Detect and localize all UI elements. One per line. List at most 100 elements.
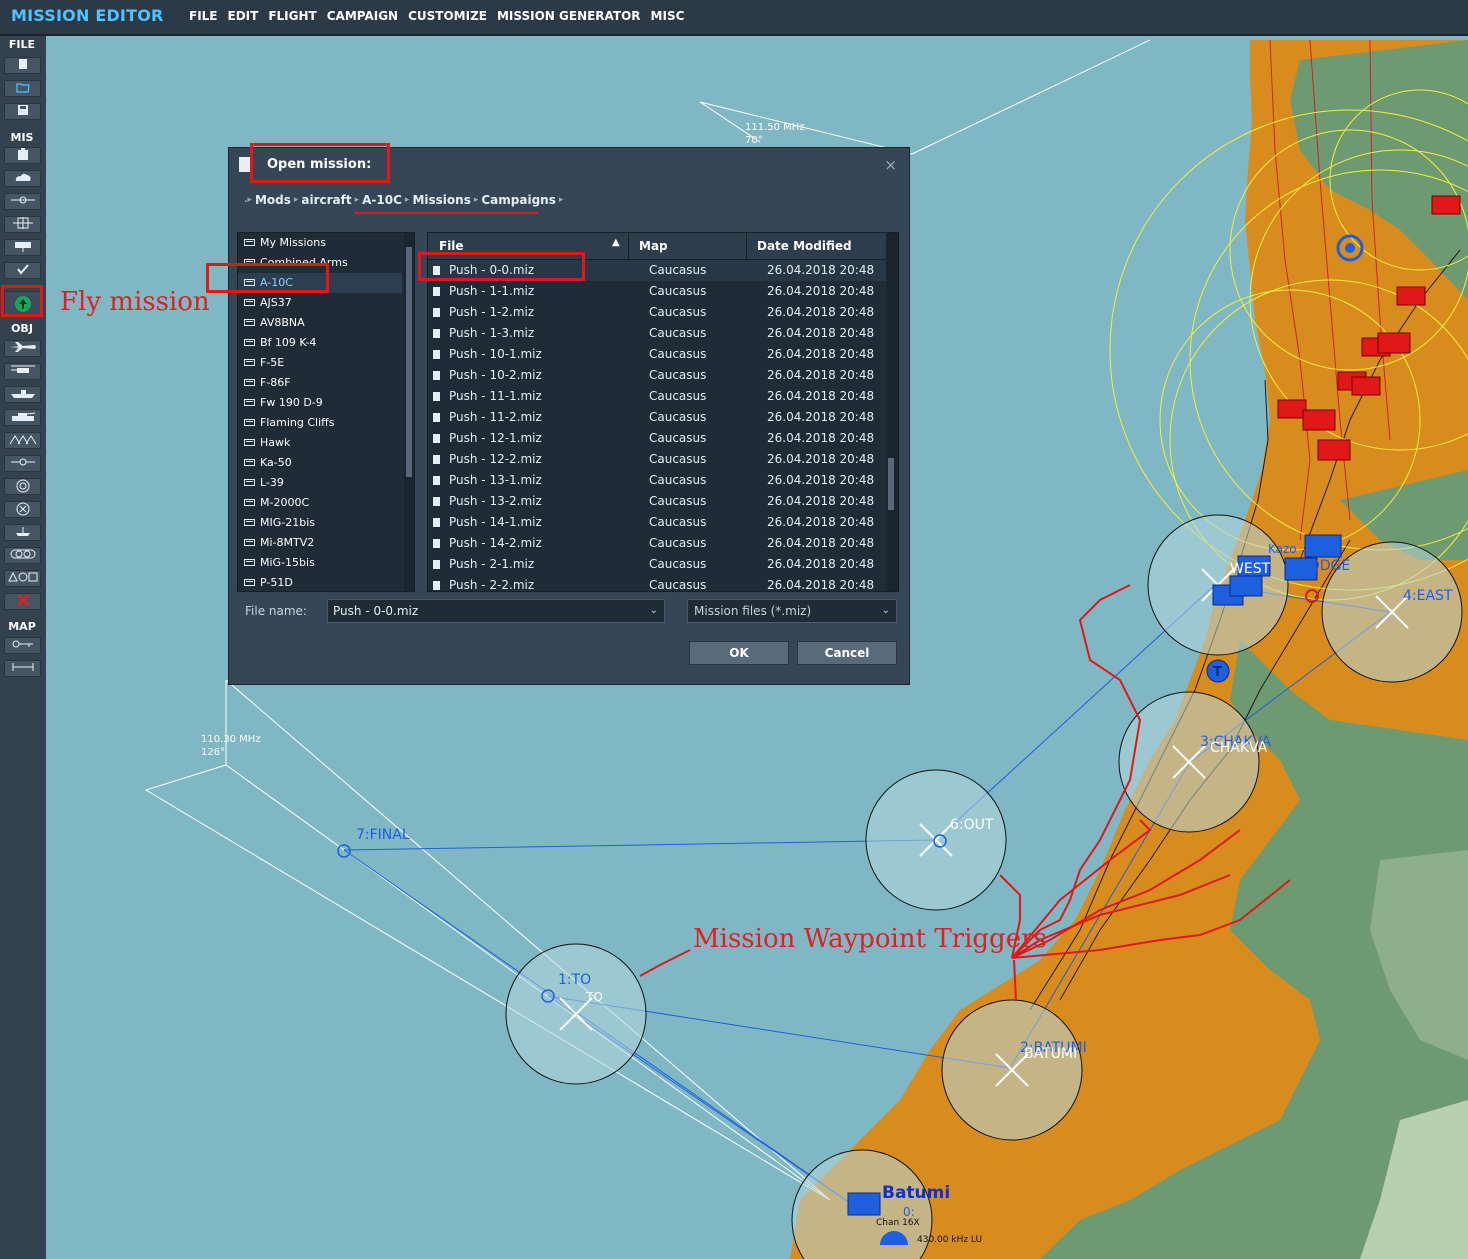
filetype-select[interactable]: Mission files (*.miz) ⌄ — [687, 599, 897, 623]
add-plane-button[interactable] — [4, 340, 41, 357]
waypoint-label-to-overlay: TO — [586, 990, 603, 1004]
menu-edit[interactable]: EDIT — [228, 9, 259, 23]
new-file-button[interactable] — [4, 57, 41, 74]
add-airfield-button[interactable] — [4, 524, 41, 541]
folder-item[interactable]: Mi-8MTV2 — [238, 533, 402, 553]
breadcrumb-item[interactable]: A-10C — [362, 193, 402, 207]
column-header-date[interactable]: Date Modified — [757, 239, 852, 253]
add-target-zone-button[interactable] — [4, 478, 41, 495]
table-row[interactable]: Push - 10-1.miz Caucasus 26.04.2018 20:48 — [428, 344, 886, 365]
folder-item[interactable]: Hawk — [238, 433, 402, 453]
breadcrumb-item[interactable]: aircraft — [301, 193, 351, 207]
table-row[interactable]: Push - 1-2.miz Caucasus 26.04.2018 20:48 — [428, 302, 886, 323]
folder-item[interactable]: F-86F — [238, 373, 402, 393]
add-static-object-button[interactable] — [4, 432, 41, 449]
triggers-zone-button[interactable] — [4, 216, 41, 233]
menu-mission-generator[interactable]: MISSION GENERATOR — [497, 9, 641, 23]
folder-item[interactable]: M-2000C — [238, 493, 402, 513]
file-icon — [433, 413, 440, 422]
table-row[interactable]: Push - 1-3.miz Caucasus 26.04.2018 20:48 — [428, 323, 886, 344]
column-header-file[interactable]: File — [439, 239, 464, 253]
triggers-button[interactable] — [4, 239, 41, 256]
table-row[interactable]: Push - 2-1.miz Caucasus 26.04.2018 20:48 — [428, 554, 886, 575]
folder-item[interactable]: Ka-50 — [238, 453, 402, 473]
table-row[interactable]: Push - 11-1.miz Caucasus 26.04.2018 20:48 — [428, 386, 886, 407]
breadcrumb-item[interactable]: Missions — [412, 193, 470, 207]
column-header-map[interactable]: Map — [639, 239, 668, 253]
file-table[interactable]: File ▲ Map Date Modified Push - 0-0.miz C… — [427, 232, 899, 592]
top-menu-bar: MISSION EDITOR FILE EDIT FLIGHT CAMPAIGN… — [0, 0, 1468, 36]
scrollbar-thumb[interactable] — [888, 458, 894, 510]
add-ground-vehicle-button[interactable] — [4, 409, 41, 426]
table-row[interactable]: Push - 14-2.miz Caucasus 26.04.2018 20:48 — [428, 533, 886, 554]
save-file-button[interactable] — [4, 103, 41, 120]
delete-object-button[interactable] — [4, 593, 41, 610]
add-group-button[interactable] — [4, 547, 41, 564]
drive-icon — [244, 579, 255, 586]
folder-item[interactable]: F-5E — [238, 353, 402, 373]
map-options-button[interactable] — [4, 637, 41, 654]
column-divider[interactable] — [746, 233, 747, 259]
table-row[interactable]: Push - 2-2.miz Caucasus 26.04.2018 20:48 — [428, 575, 886, 591]
waypoint-label-to: 1:TO — [558, 972, 592, 988]
folder-item[interactable]: Flaming Cliffs — [238, 413, 402, 433]
breadcrumb-item[interactable]: Campaigns — [481, 193, 555, 207]
fly-mission-button[interactable] — [4, 291, 41, 317]
breadcrumb-root-icon[interactable]: .▸ — [244, 195, 252, 205]
table-row[interactable]: Push - 13-1.miz Caucasus 26.04.2018 20:48 — [428, 470, 886, 491]
scrollbar-thumb[interactable] — [406, 247, 412, 477]
menu-misc[interactable]: MISC — [651, 9, 685, 23]
circle-x-icon — [16, 502, 29, 516]
add-helicopter-button[interactable] — [4, 363, 41, 380]
folder-item[interactable]: MIG-21bis — [238, 513, 402, 533]
add-waypoint-button[interactable] — [4, 455, 41, 472]
chevron-down-icon[interactable]: ⌄ — [882, 600, 890, 622]
table-row[interactable]: Push - 13-2.miz Caucasus 26.04.2018 20:48 — [428, 491, 886, 512]
folder-item[interactable]: AV8BNA — [238, 313, 402, 333]
close-icon[interactable]: × — [884, 156, 897, 174]
folder-item[interactable]: P-51D — [238, 573, 402, 591]
table-row[interactable]: Push - 1-1.miz Caucasus 26.04.2018 20:48 — [428, 281, 886, 302]
table-row[interactable]: Push - 11-2.miz Caucasus 26.04.2018 20:48 — [428, 407, 886, 428]
ruler-button[interactable] — [4, 660, 41, 677]
folder-item[interactable]: AJS37 — [238, 293, 402, 313]
folder-item[interactable]: L-39 — [238, 473, 402, 493]
file-icon — [433, 476, 440, 485]
breadcrumb-item[interactable]: Mods — [255, 193, 291, 207]
folder-item[interactable]: My Missions — [238, 233, 402, 253]
menu-campaign[interactable]: CAMPAIGN — [327, 9, 398, 23]
folder-item[interactable]: MiG-15bis — [238, 553, 402, 573]
target-icon — [16, 479, 29, 493]
folder-item-selected[interactable]: A-10C — [238, 273, 402, 293]
weather-button[interactable] — [4, 170, 41, 187]
column-divider[interactable] — [628, 233, 629, 259]
cancel-button[interactable]: Cancel — [797, 641, 897, 665]
folder-list-scrollbar[interactable] — [404, 233, 414, 591]
table-row[interactable]: Push - 14-1.miz Caucasus 26.04.2018 20:48 — [428, 512, 886, 533]
menu-flight[interactable]: FLIGHT — [268, 9, 316, 23]
menu-customize[interactable]: CUSTOMIZE — [408, 9, 487, 23]
breadcrumb: .▸ Mods ▸ aircraft ▸ A-10C ▸ Missions ▸ … — [241, 193, 566, 207]
folder-list[interactable]: My Missions Combined Arms A-10C AJS37 AV… — [237, 232, 415, 592]
table-row[interactable]: Push - 0-0.miz Caucasus 26.04.2018 20:48 — [428, 260, 886, 281]
breadcrumb-underline — [354, 212, 538, 214]
menu-file[interactable]: FILE — [189, 9, 218, 23]
ship-icon — [10, 390, 35, 398]
filename-input[interactable]: Push - 0-0.miz ⌄ — [327, 599, 665, 623]
folder-item[interactable]: Combined Arms — [238, 253, 402, 273]
file-table-scrollbar[interactable] — [886, 233, 898, 591]
ok-button[interactable]: OK — [689, 641, 789, 665]
table-row[interactable]: Push - 12-2.miz Caucasus 26.04.2018 20:48 — [428, 449, 886, 470]
briefing-button[interactable] — [4, 147, 41, 164]
add-ndb-button[interactable] — [4, 501, 41, 518]
folder-item[interactable]: Bf 109 K-4 — [238, 333, 402, 353]
open-file-button[interactable] — [4, 80, 41, 97]
add-ship-button[interactable] — [4, 386, 41, 403]
table-row[interactable]: Push - 12-1.miz Caucasus 26.04.2018 20:48 — [428, 428, 886, 449]
chevron-down-icon[interactable]: ⌄ — [650, 600, 658, 622]
folder-item[interactable]: Fw 190 D-9 — [238, 393, 402, 413]
check-mission-button[interactable] — [4, 262, 41, 279]
table-row[interactable]: Push - 10-2.miz Caucasus 26.04.2018 20:48 — [428, 365, 886, 386]
add-shapes-button[interactable] — [4, 570, 41, 587]
route-button[interactable] — [4, 193, 41, 210]
